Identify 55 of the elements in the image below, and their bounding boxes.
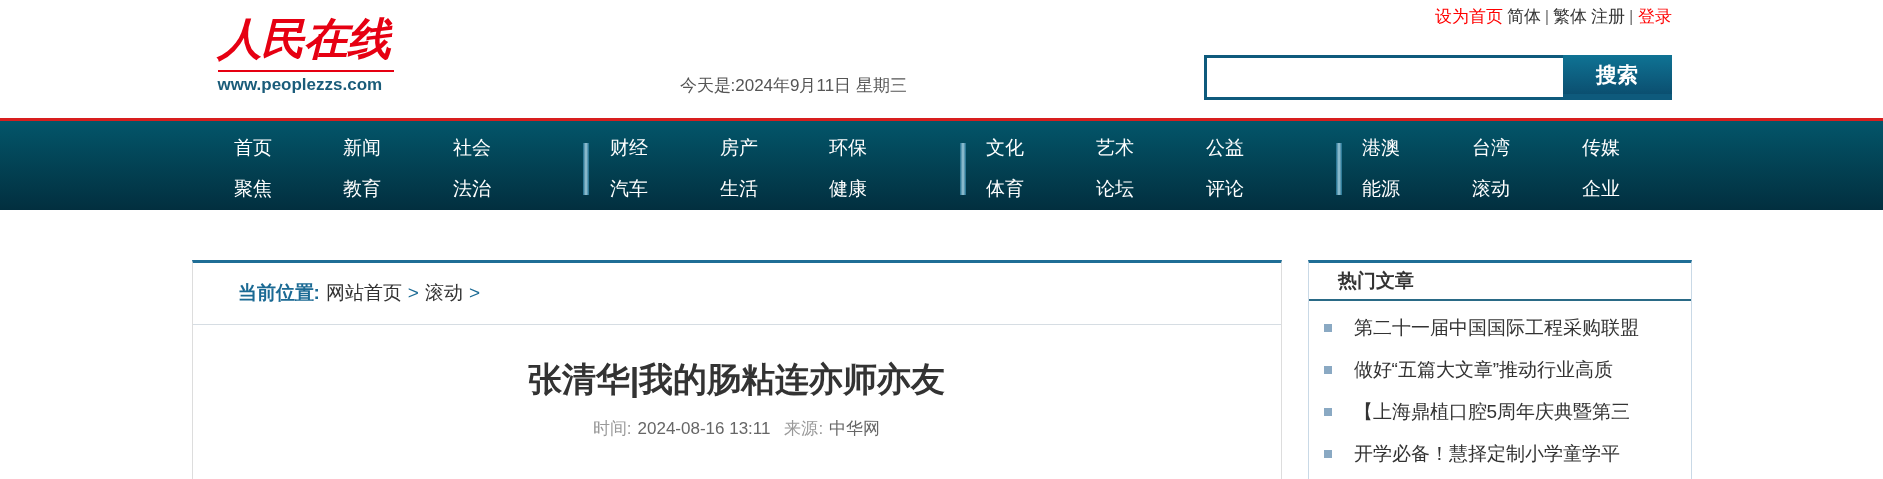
top-link[interactable]: 简体 [1506,5,1541,29]
bullet-icon [1323,408,1332,416]
nav-link[interactable]: 公益 [1205,134,1244,163]
breadcrumb-label: 当前位置: [237,281,320,306]
article-link[interactable]: 【上海鼎植口腔5周年庆典暨第三 [1353,397,1631,427]
publish-time: 2024-08-16 13:11 [637,418,771,440]
article-link[interactable]: 开学必备！慧择定制小学童学平 [1353,439,1620,469]
search-field[interactable] [1206,58,1563,97]
nav-link[interactable]: 艺术 [1095,134,1134,163]
source-name: 中华网 [829,418,881,440]
nav-link[interactable]: 传媒 [1581,134,1620,163]
nav-link[interactable]: 法治 [453,175,492,204]
article-link[interactable]: 做好“五篇大文章”推动行业高质 [1353,355,1614,385]
bullet-icon [1323,366,1332,374]
nav-link[interactable]: 环保 [829,134,868,163]
top-link[interactable]: 设为首页 [1434,5,1503,29]
date-text: 今天是:2024年9月11日 星期三 [679,75,907,97]
article-link[interactable]: 第二十一届中国国际工程采购联盟 [1353,313,1639,343]
nav-link[interactable]: 能源 [1362,175,1401,204]
breadcrumb-separator: > [468,281,481,306]
top-link[interactable]: 注册 [1591,5,1626,29]
nav-link[interactable]: 财经 [609,134,648,163]
link-separator: | [1629,6,1634,28]
top-link[interactable]: 繁体 [1553,5,1588,29]
nav-link[interactable]: 台湾 [1471,134,1510,163]
breadcrumb-link[interactable]: 网站首页 [325,279,402,308]
site-url: www.peoplezzs.com [217,74,383,96]
nav-link[interactable]: 教育 [343,175,382,204]
search-button[interactable]: 搜索 [1562,55,1672,94]
nav-link[interactable]: 滚动 [1471,175,1510,204]
nav-link[interactable]: 首页 [233,134,272,163]
nav-link[interactable]: 论坛 [1095,175,1134,204]
nav-link[interactable]: 评论 [1205,175,1244,204]
nav-link[interactable]: 体育 [985,175,1024,204]
link-separator: | [1544,6,1550,28]
nav-link[interactable]: 聚焦 [233,175,272,204]
breadcrumb-link[interactable]: 滚动 [424,279,463,308]
nav-link[interactable]: 港澳 [1362,134,1401,163]
sidebar-title: 热门文章 [1337,268,1414,293]
top-link[interactable]: 登录 [1637,5,1672,29]
meta-label: 时间: [592,418,632,440]
article-title: 张清华|我的肠粘连亦师亦友 [526,359,947,400]
meta-label: 来源: [784,418,824,440]
nav-link[interactable]: 文化 [985,134,1024,163]
bullet-icon [1323,324,1332,332]
bullet-icon [1323,450,1332,458]
nav-link[interactable]: 社会 [453,134,492,163]
breadcrumb-separator: > [407,281,419,306]
nav-link[interactable]: 健康 [829,175,868,204]
logo[interactable]: 人民在线 [217,8,394,72]
nav-link[interactable]: 新闻 [343,134,382,163]
nav-link[interactable]: 生活 [719,175,758,204]
nav-link[interactable]: 企业 [1581,175,1620,204]
nav-link[interactable]: 汽车 [609,175,648,204]
nav-link[interactable]: 房产 [719,134,758,163]
